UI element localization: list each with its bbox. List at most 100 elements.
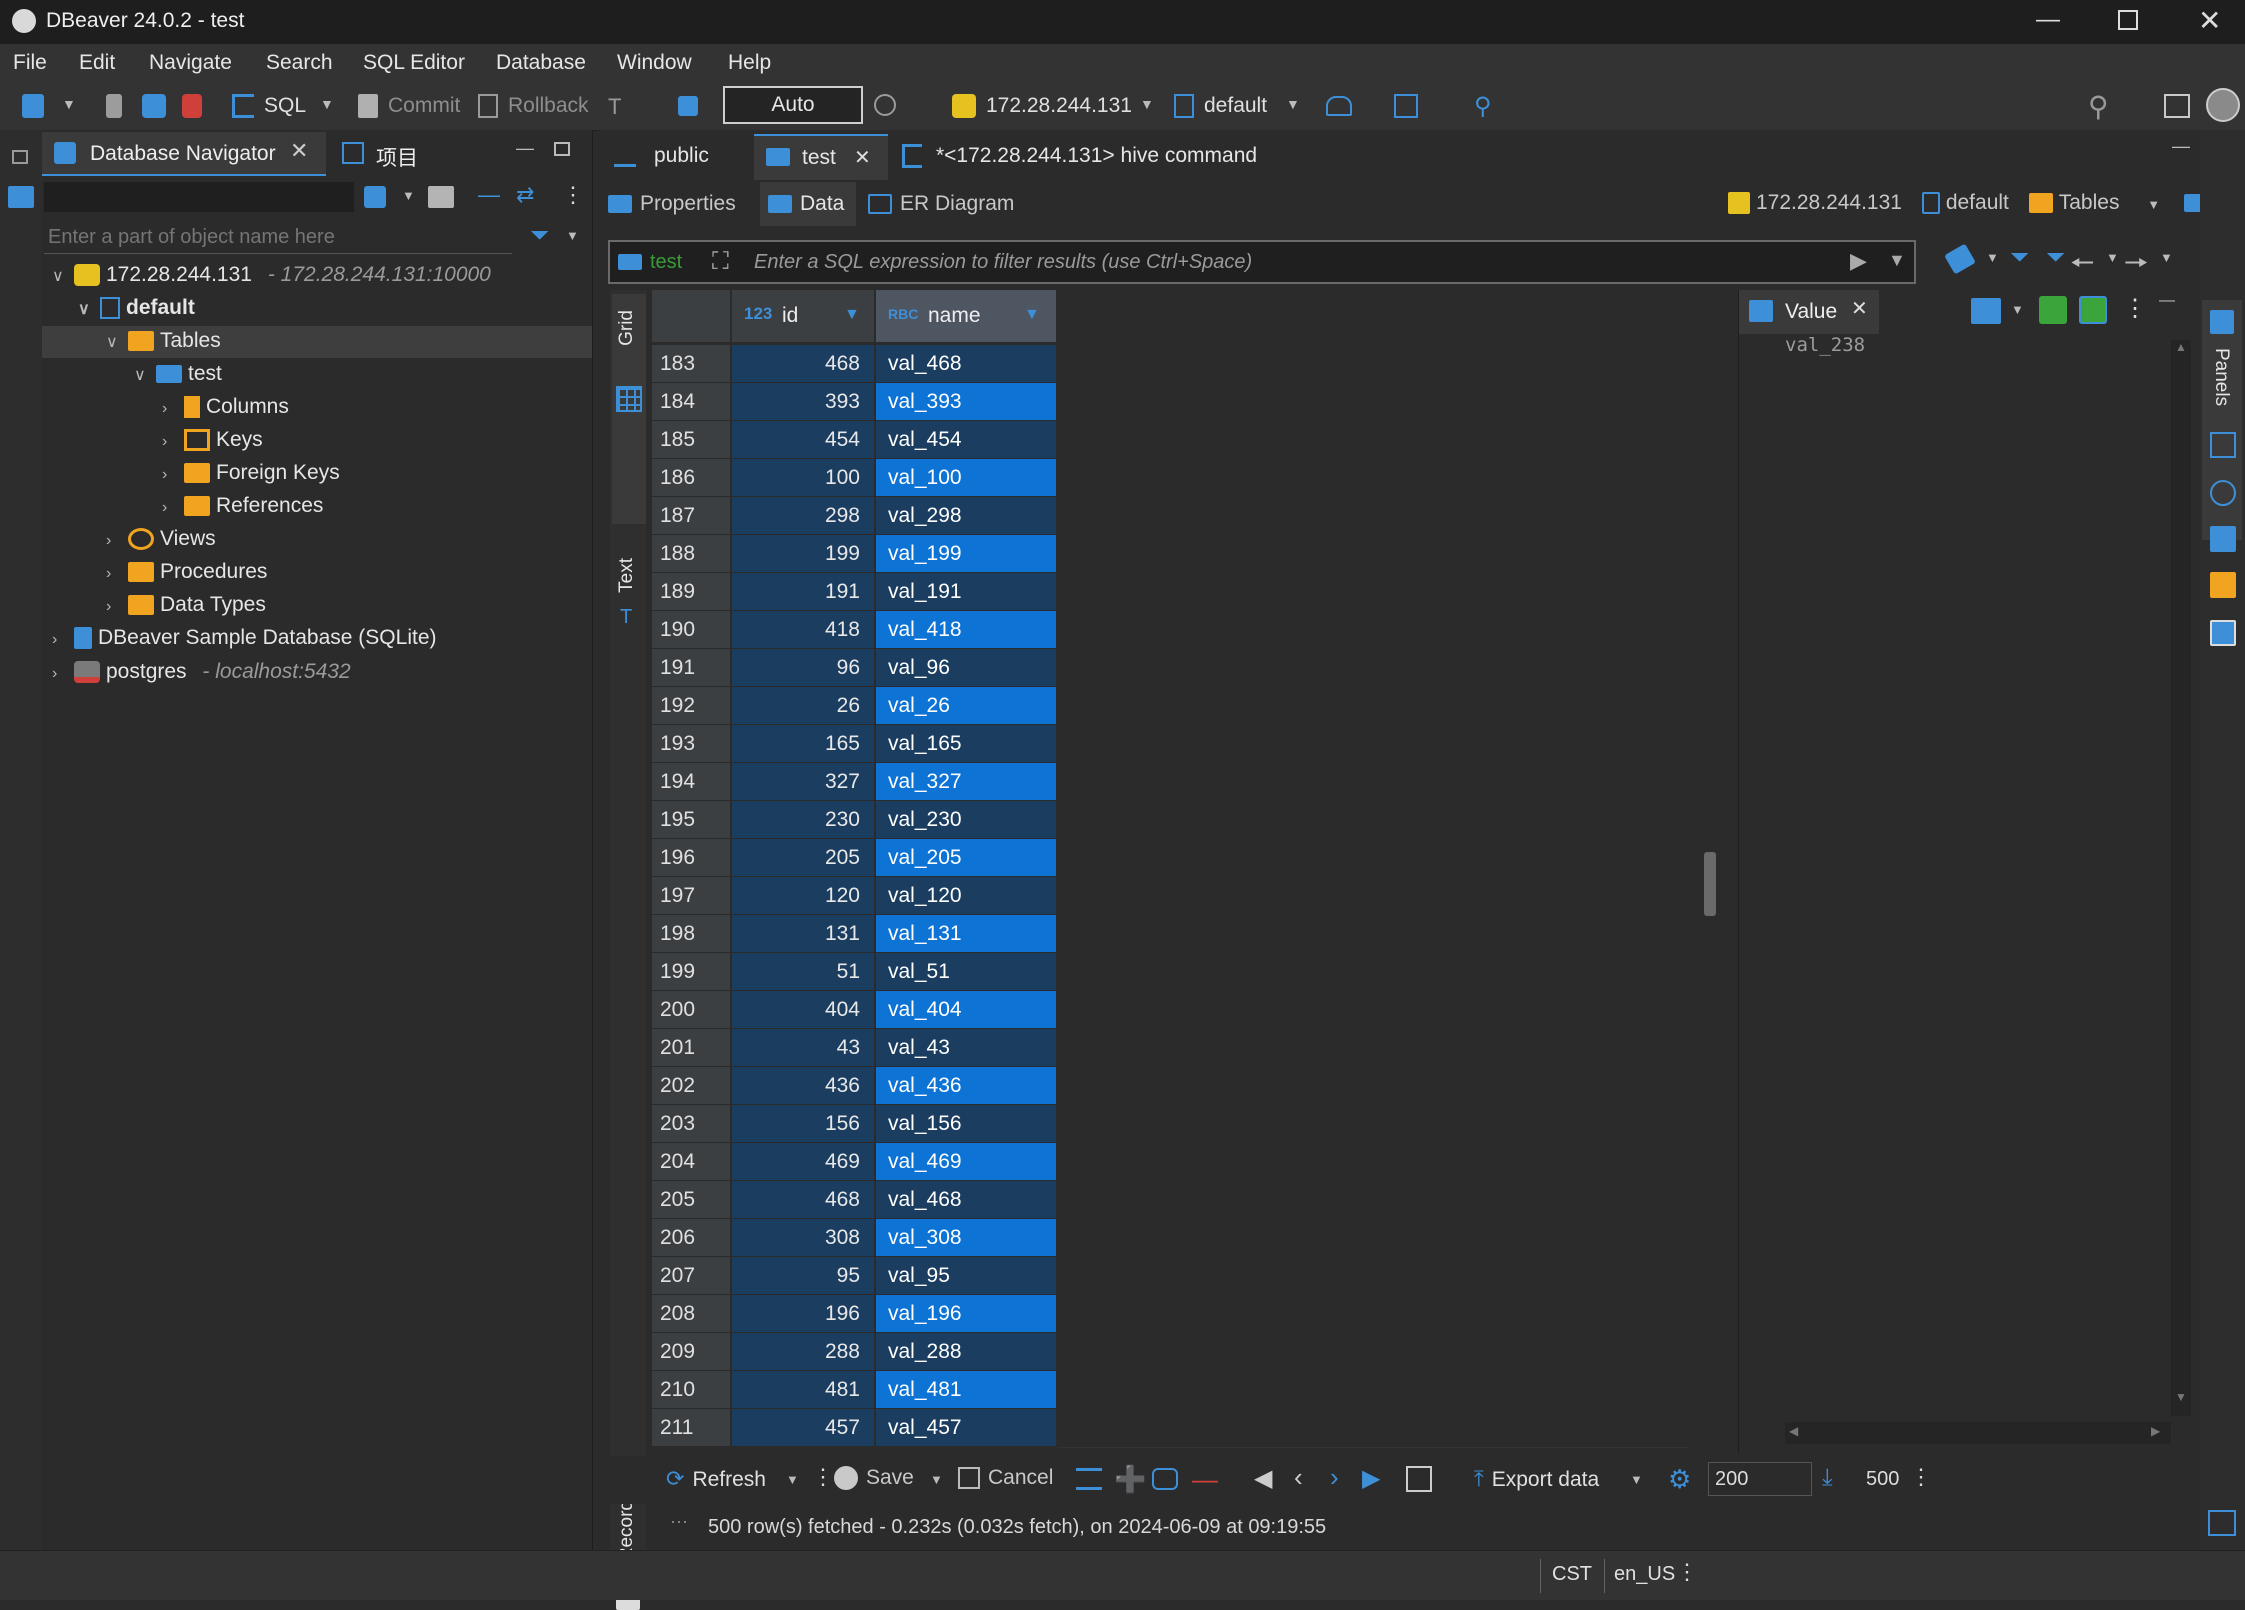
chevron-right-icon[interactable]: › bbox=[52, 625, 74, 655]
link-editor-icon[interactable]: ⇄ bbox=[516, 182, 534, 208]
table-row[interactable]: 188 199 val_199 bbox=[652, 535, 1696, 574]
table-row[interactable]: 184 393 val_393 bbox=[652, 383, 1696, 422]
cell-name[interactable]: val_454 bbox=[876, 421, 1056, 459]
projects-tab[interactable]: 项目 bbox=[334, 132, 454, 174]
close-icon[interactable]: ✕ bbox=[290, 138, 308, 164]
menu-help[interactable]: Help bbox=[728, 51, 771, 75]
new-folder-icon[interactable] bbox=[428, 186, 454, 208]
editor-tab-hive-command[interactable]: *<172.28.244.131> hive command bbox=[900, 134, 1320, 178]
chevron-down-icon[interactable]: ∨ bbox=[106, 328, 128, 358]
transaction-mode-box[interactable]: Auto bbox=[723, 86, 863, 124]
table-row[interactable]: 203 156 val_156 bbox=[652, 1105, 1696, 1144]
erd-icon[interactable] bbox=[1394, 94, 1418, 118]
cell-id[interactable]: 96 bbox=[732, 649, 874, 687]
save-to-file-icon[interactable] bbox=[2079, 296, 2107, 324]
filter-settings-icon[interactable]: ⏷ bbox=[2010, 244, 2029, 272]
table-row[interactable]: 196 205 val_205 bbox=[652, 839, 1696, 878]
forward-icon[interactable]: 🠖 bbox=[2124, 242, 2149, 290]
cell-name[interactable]: val_156 bbox=[876, 1105, 1056, 1143]
active-schema[interactable]: default bbox=[1204, 94, 1267, 118]
apply-filter-icon[interactable]: ▶ bbox=[1850, 248, 1867, 274]
sql-editor-icon[interactable] bbox=[232, 94, 254, 118]
cell-name[interactable]: val_191 bbox=[876, 573, 1056, 611]
first-page-icon[interactable]: ◀ bbox=[1254, 1464, 1272, 1493]
grid-scrollbar-thumb[interactable] bbox=[1704, 852, 1716, 916]
eraser-icon[interactable] bbox=[1944, 243, 1976, 275]
chevron-right-icon[interactable]: › bbox=[162, 427, 184, 457]
table-row[interactable]: 204 469 val_469 bbox=[652, 1143, 1696, 1182]
chevron-right-icon[interactable]: › bbox=[106, 592, 128, 622]
cell-id[interactable]: 95 bbox=[732, 1257, 874, 1295]
table-row[interactable]: 195 230 val_230 bbox=[652, 801, 1696, 840]
connect-icon[interactable] bbox=[106, 94, 122, 118]
table-row[interactable]: 200 404 val_404 bbox=[652, 991, 1696, 1030]
chevron-right-icon[interactable]: › bbox=[52, 659, 74, 689]
cell-id[interactable]: 165 bbox=[732, 725, 874, 763]
navigator-tab[interactable]: Database Navigator ✕ bbox=[42, 132, 326, 176]
minimize-icon[interactable]: — bbox=[516, 138, 534, 159]
chevron-down-icon[interactable]: ▼ bbox=[2160, 250, 2173, 265]
metadata-panel-icon[interactable] bbox=[2210, 432, 2236, 458]
global-search-icon[interactable]: ⚲ bbox=[2088, 90, 2109, 123]
cell-name[interactable]: val_469 bbox=[876, 1143, 1056, 1181]
cell-id[interactable]: 418 bbox=[732, 611, 874, 649]
table-row[interactable]: 198 131 val_131 bbox=[652, 915, 1696, 954]
chevron-right-icon[interactable]: › bbox=[106, 559, 128, 589]
dashboard-icon[interactable] bbox=[1326, 96, 1352, 116]
breadcrumb-tables[interactable]: Tables bbox=[2059, 191, 2120, 214]
cell-id[interactable]: 393 bbox=[732, 383, 874, 421]
commit-button[interactable]: Commit bbox=[388, 94, 460, 118]
fit-icon[interactable] bbox=[1406, 1466, 1432, 1492]
cell-id[interactable]: 468 bbox=[732, 345, 874, 383]
restore-icon[interactable] bbox=[12, 150, 28, 164]
cell-name[interactable]: val_100 bbox=[876, 459, 1056, 497]
cell-name[interactable]: val_468 bbox=[876, 345, 1056, 383]
last-page-icon[interactable]: ▶ bbox=[1362, 1464, 1380, 1493]
next-page-icon[interactable]: › bbox=[1330, 1462, 1339, 1493]
cell-id[interactable]: 191 bbox=[732, 573, 874, 611]
tree-references[interactable]: › References bbox=[162, 491, 323, 521]
more-icon[interactable]: ⋮ bbox=[562, 182, 584, 208]
cell-id[interactable]: 288 bbox=[732, 1333, 874, 1371]
menu-search[interactable]: Search bbox=[266, 51, 333, 75]
table-row[interactable]: 197 120 val_120 bbox=[652, 877, 1696, 916]
cell-name[interactable]: val_230 bbox=[876, 801, 1056, 839]
transaction-log-icon[interactable]: T bbox=[608, 94, 621, 120]
cell-id[interactable]: 199 bbox=[732, 535, 874, 573]
previous-page-icon[interactable]: ‹ bbox=[1294, 1462, 1303, 1493]
cell-id[interactable]: 230 bbox=[732, 801, 874, 839]
filter-icon[interactable]: ⏷ bbox=[2046, 244, 2065, 272]
cell-id[interactable]: 51 bbox=[732, 953, 874, 991]
cell-id[interactable]: 205 bbox=[732, 839, 874, 877]
chevron-down-icon[interactable]: ▼ bbox=[786, 1472, 799, 1487]
rollback-icon[interactable] bbox=[478, 94, 498, 118]
value-horizontal-scrollbar[interactable]: ◀ ▶ bbox=[1785, 1422, 2171, 1444]
chevron-right-icon[interactable]: › bbox=[162, 493, 184, 523]
table-row[interactable]: 192 26 val_26 bbox=[652, 687, 1696, 726]
rollback-button[interactable]: Rollback bbox=[508, 94, 589, 118]
minimize-icon[interactable]: — bbox=[2159, 292, 2175, 310]
cell-id[interactable]: 120 bbox=[732, 877, 874, 915]
cell-id[interactable]: 156 bbox=[732, 1105, 874, 1143]
chevron-down-icon[interactable]: ▼ bbox=[1140, 96, 1154, 112]
table-row[interactable]: 206 308 val_308 bbox=[652, 1219, 1696, 1258]
cell-name[interactable]: val_199 bbox=[876, 535, 1056, 573]
export-data-button[interactable]: ⤒ Export data bbox=[1474, 1466, 1599, 1492]
cell-id[interactable]: 100 bbox=[732, 459, 874, 497]
table-row[interactable]: 191 96 val_96 bbox=[652, 649, 1696, 688]
cell-id[interactable]: 481 bbox=[732, 1371, 874, 1409]
delete-row-icon[interactable]: — bbox=[1192, 1464, 1218, 1495]
table-row[interactable]: 187 298 val_298 bbox=[652, 497, 1696, 536]
tree-procedures[interactable]: › Procedures bbox=[106, 557, 267, 587]
cell-id[interactable]: 308 bbox=[732, 1219, 874, 1257]
table-row[interactable]: 211 457 val_457 bbox=[652, 1409, 1696, 1448]
chevron-down-icon[interactable]: ∨ bbox=[52, 262, 74, 292]
statistics-panel-icon[interactable] bbox=[2210, 480, 2236, 506]
minimize-icon[interactable]: — bbox=[2172, 136, 2190, 157]
cell-name[interactable]: val_468 bbox=[876, 1181, 1056, 1219]
editor-tab-public[interactable]: public bbox=[606, 134, 746, 178]
chevron-down-icon[interactable]: ▼ bbox=[2011, 302, 2024, 317]
fetch-next-icon[interactable]: ⤓ bbox=[1822, 1464, 1833, 1492]
cell-id[interactable]: 404 bbox=[732, 991, 874, 1029]
edit-row-icon[interactable] bbox=[1076, 1468, 1102, 1490]
